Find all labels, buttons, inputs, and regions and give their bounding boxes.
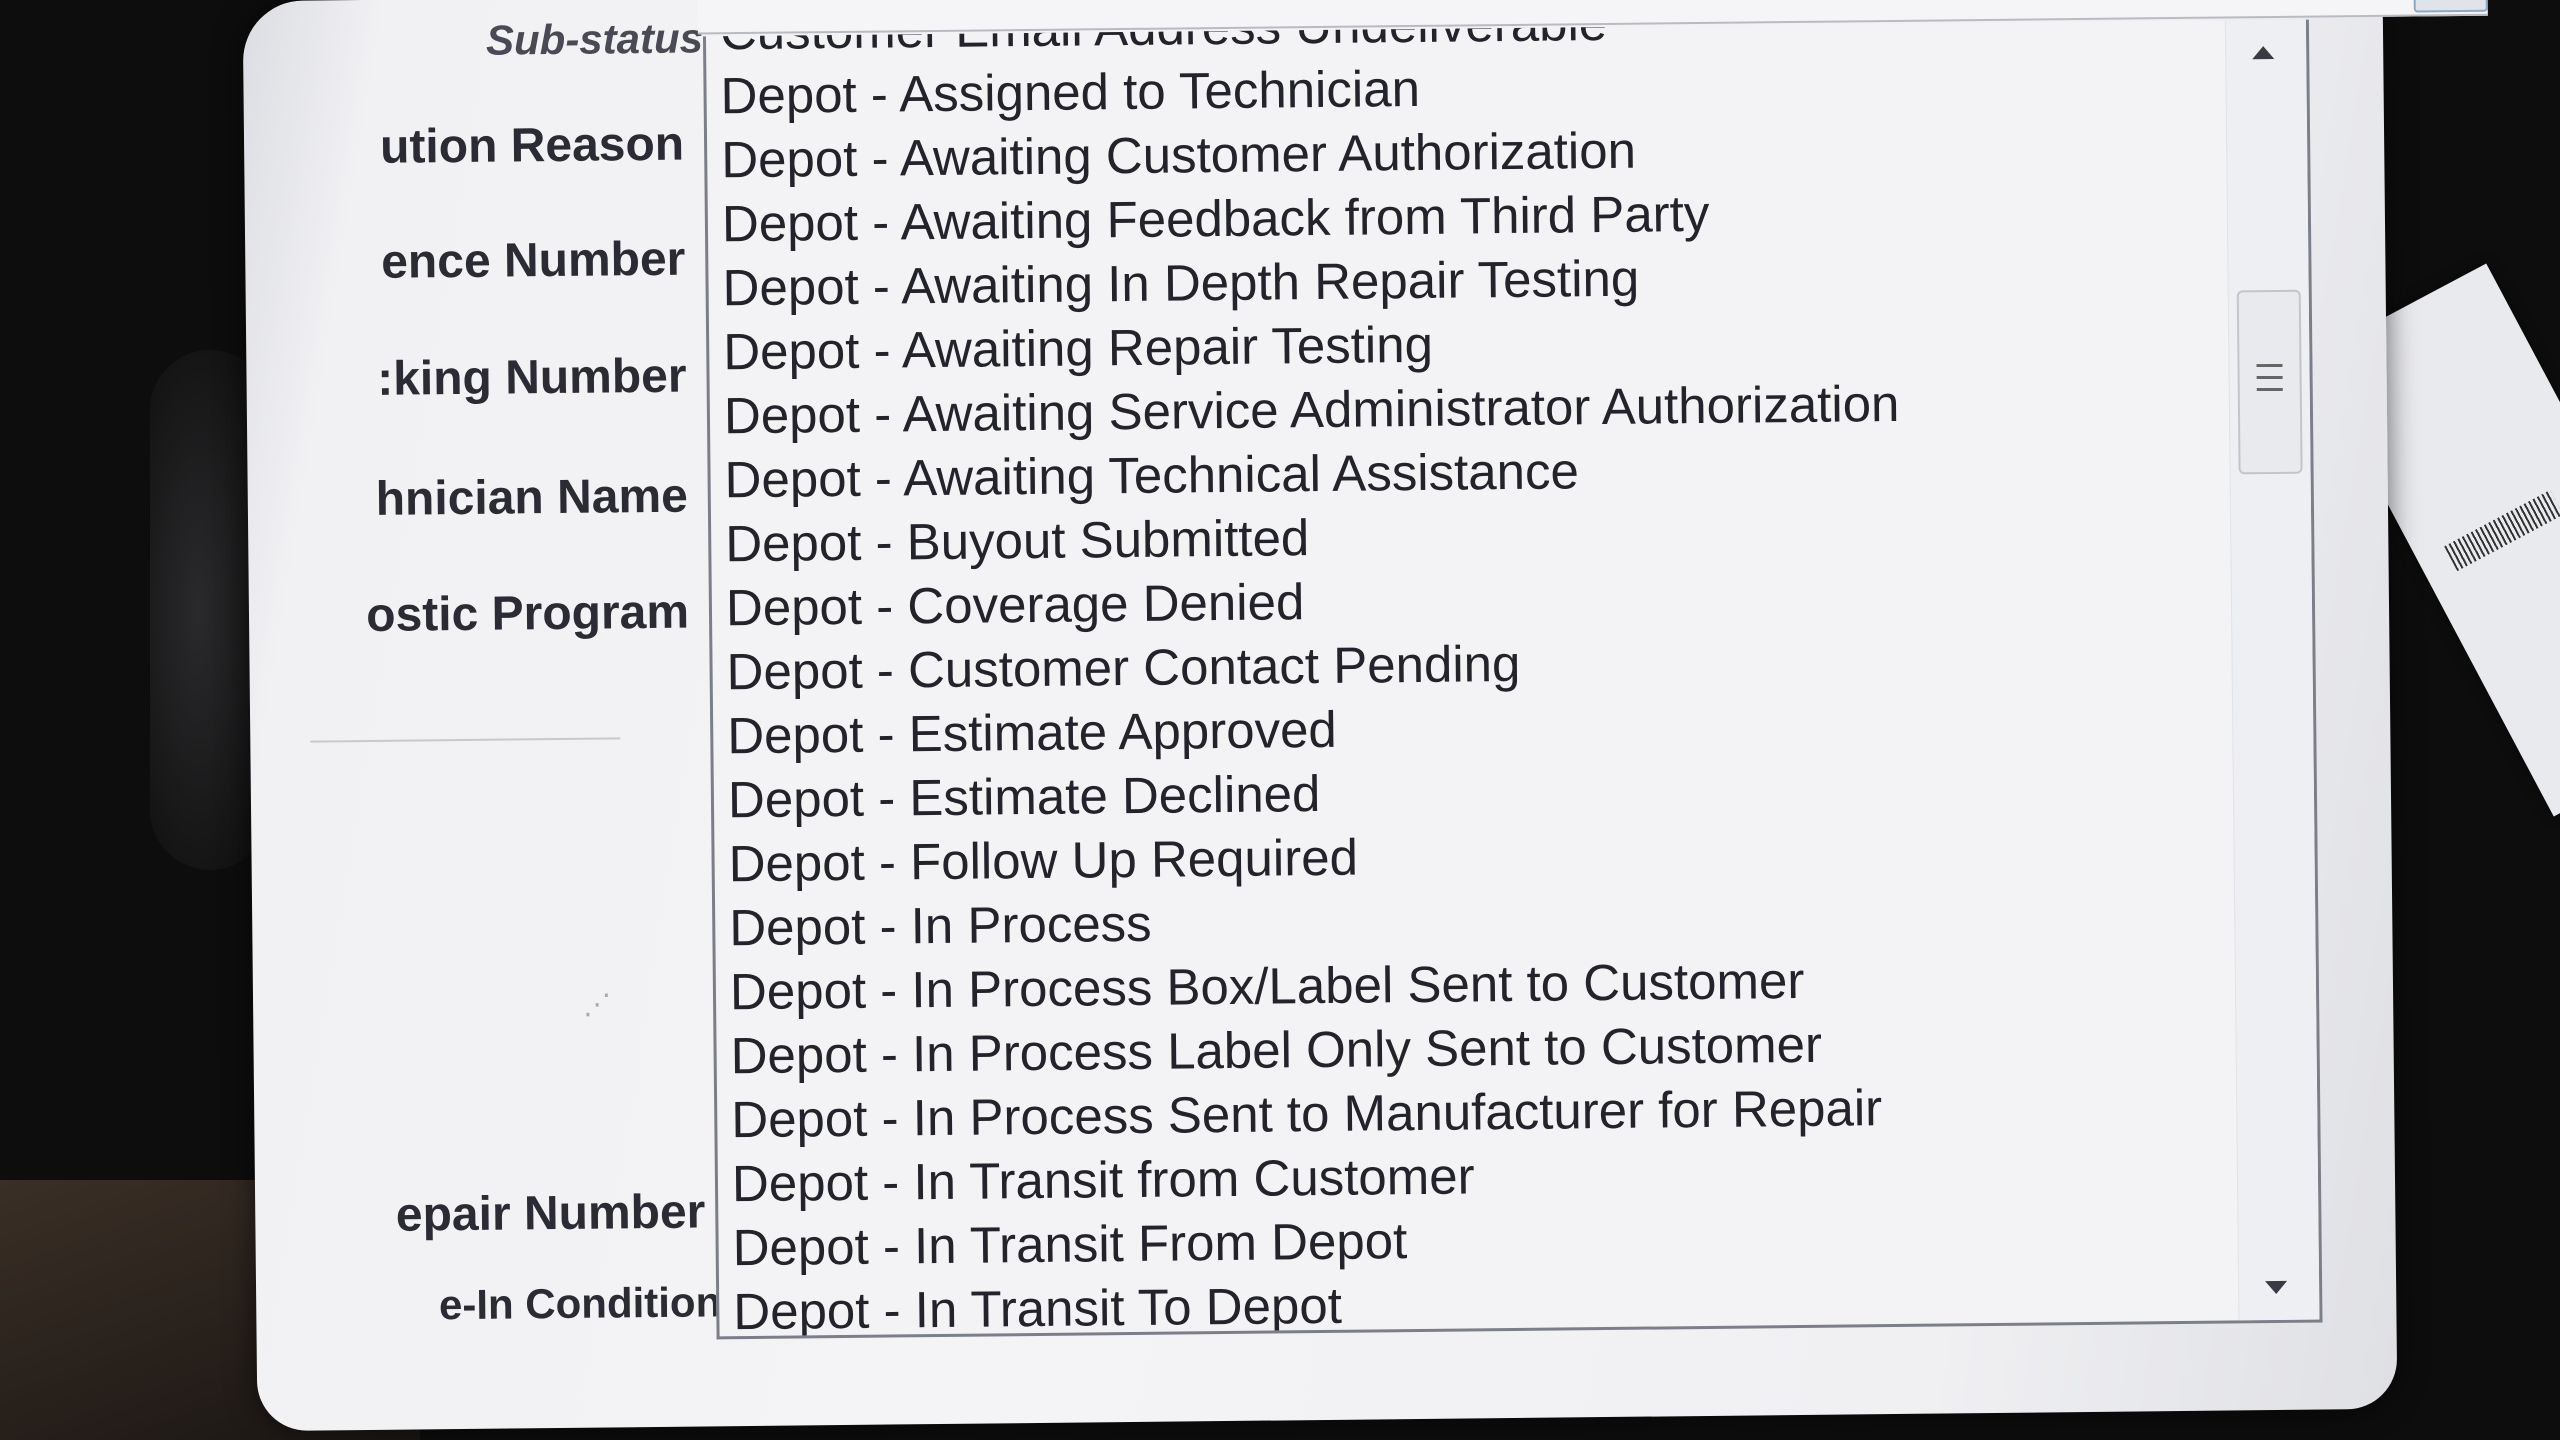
- sub-status-dropdown-list[interactable]: Customer Email Address Undeliverable Dep…: [702, 19, 2323, 1340]
- dropdown-scrollbar[interactable]: [2224, 19, 2320, 1321]
- label-sub-status: Sub-status: [485, 14, 704, 64]
- label-reference-number: ence Number: [380, 232, 686, 289]
- scroll-thumb[interactable]: [2236, 289, 2303, 475]
- dropdown-options: Customer Email Address Undeliverable Dep…: [720, 20, 2230, 1340]
- label-checkin-condition: e-In Condition: [438, 1278, 722, 1329]
- label-repair-number: epair Number: [395, 1185, 706, 1242]
- label-diagnostic-program: ostic Program: [365, 585, 690, 642]
- arrow-down-icon[interactable]: [2265, 1280, 2288, 1295]
- field-labels: Sub-status ution Reason ence Number :kin…: [243, 0, 721, 1431]
- label-resolution-reason: ution Reason: [379, 117, 685, 174]
- arrow-up-icon[interactable]: [2252, 45, 2275, 60]
- resize-grip-icon[interactable]: ⋰: [583, 987, 611, 1020]
- label-technician-name: hnician Name: [375, 469, 689, 526]
- barcode: [2444, 490, 2560, 572]
- printed-form: Sub-status ution Reason ence Number :kin…: [242, 0, 2488, 1432]
- chevron-down-icon[interactable]: [2413, 0, 2488, 13]
- grip-lines-icon: [2256, 363, 2283, 397]
- label-tracking-number: :king Number: [376, 349, 687, 406]
- label-divider: [310, 737, 621, 743]
